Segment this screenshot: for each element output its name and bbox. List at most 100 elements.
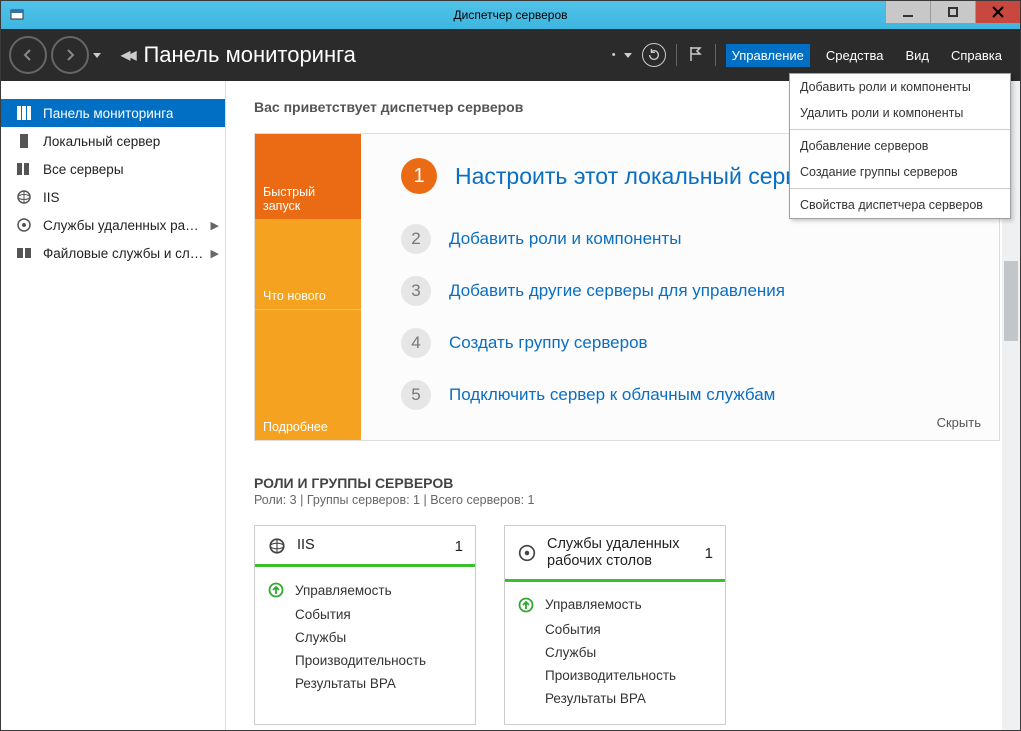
server-icon	[15, 132, 33, 150]
role-row-label: Результаты BPA	[295, 676, 396, 691]
sidebar-item-label: Все серверы	[43, 162, 124, 177]
role-row-events[interactable]: События	[517, 618, 713, 641]
dropdown-add-roles[interactable]: Добавить роли и компоненты	[790, 74, 1010, 100]
page-title: Панель мониторинга	[143, 42, 355, 68]
toolbar-separator-2	[715, 44, 716, 66]
step-link: Подключить сервер к облачным службам	[449, 385, 775, 405]
step-number: 4	[401, 328, 431, 358]
breadcrumb-back-icon[interactable]: ◀◀	[121, 48, 133, 62]
role-tiles-row: IIS 1 Управляемость События Службы Произ…	[254, 525, 1000, 725]
step-number: 5	[401, 380, 431, 410]
tile-side: Быстрый запуск Что нового Подробнее	[255, 134, 361, 440]
step-create-group[interactable]: 4 Создать группу серверов	[401, 328, 975, 358]
role-tile-rds[interactable]: Службы удаленных рабочих столов 1 Управл…	[504, 525, 726, 725]
step-link: Добавить роли и компоненты	[449, 229, 681, 249]
step-number: 2	[401, 224, 431, 254]
role-tile-body: Управляемость События Службы Производите…	[255, 567, 475, 709]
roles-subheading: Роли: 3 | Группы серверов: 1 | Всего сер…	[254, 493, 1000, 507]
chevron-right-icon: ▶	[211, 247, 219, 260]
dropdown-icon[interactable]	[624, 53, 632, 58]
menu-manage[interactable]: Управление	[726, 44, 810, 67]
flag-icon[interactable]	[687, 45, 705, 66]
iis-icon	[267, 536, 287, 556]
role-row-label: Управляемость	[545, 597, 642, 612]
sidebar-item-file-services[interactable]: Файловые службы и сл… ▶	[1, 239, 225, 267]
role-row-bpa[interactable]: Результаты BPA	[267, 672, 463, 695]
role-row-manageability[interactable]: Управляемость	[267, 577, 463, 603]
step-number: 1	[401, 158, 437, 194]
toolbar-separator	[676, 44, 677, 66]
role-row-label: Управляемость	[295, 583, 392, 598]
step-add-servers[interactable]: 3 Добавить другие серверы для управления	[401, 276, 975, 306]
rds-icon	[517, 543, 537, 563]
window-controls	[885, 1, 1020, 23]
tile-quick-start[interactable]: Быстрый запуск	[255, 134, 361, 219]
sidebar-item-label: IIS	[43, 190, 60, 205]
titlebar: Диспетчер серверов	[1, 1, 1020, 29]
tile-whats-new[interactable]: Что нового	[255, 219, 361, 309]
roles-heading: РОЛИ И ГРУППЫ СЕРВЕРОВ	[254, 475, 1000, 491]
window-title: Диспетчер серверов	[1, 8, 1020, 22]
step-link: Добавить другие серверы для управления	[449, 281, 785, 301]
menu-tools[interactable]: Средства	[820, 44, 890, 67]
scrollbar-thumb[interactable]	[1004, 261, 1018, 341]
refresh-button[interactable]	[642, 43, 666, 67]
role-row-label: Результаты BPA	[545, 691, 646, 706]
sidebar-item-dashboard[interactable]: Панель мониторинга	[1, 99, 225, 127]
role-row-label: Производительность	[545, 668, 676, 683]
hide-link[interactable]: Скрыть	[937, 415, 981, 430]
role-tile-count: 1	[705, 545, 713, 562]
step-link: Настроить этот локальный сервер	[455, 163, 823, 190]
sidebar-item-label: Файловые службы и сл…	[43, 246, 203, 261]
dash-icon: •	[612, 49, 616, 61]
close-button[interactable]	[975, 1, 1020, 23]
menu-help[interactable]: Справка	[945, 44, 1008, 67]
role-row-services[interactable]: Службы	[267, 626, 463, 649]
step-link: Создать группу серверов	[449, 333, 648, 353]
arrow-up-icon	[267, 581, 285, 599]
dropdown-add-servers[interactable]: Добавление серверов	[790, 133, 1010, 159]
maximize-button[interactable]	[930, 1, 975, 23]
role-tile-head: IIS 1	[255, 526, 475, 567]
role-row-label: Производительность	[295, 653, 426, 668]
role-row-events[interactable]: События	[267, 603, 463, 626]
iis-icon	[15, 188, 33, 206]
dropdown-separator-2	[790, 188, 1010, 189]
dropdown-separator	[790, 129, 1010, 130]
nav-back-button[interactable]	[9, 36, 47, 74]
sidebar-item-label: Службы удаленных ра…	[43, 218, 199, 233]
sidebar: Панель мониторинга Локальный сервер Все …	[1, 81, 226, 730]
dropdown-properties[interactable]: Свойства диспетчера серверов	[790, 192, 1010, 218]
step-add-roles[interactable]: 2 Добавить роли и компоненты	[401, 224, 975, 254]
dashboard-icon	[15, 104, 33, 122]
sidebar-item-local-server[interactable]: Локальный сервер	[1, 127, 225, 155]
role-tile-head: Службы удаленных рабочих столов 1	[505, 526, 725, 582]
role-tile-iis[interactable]: IIS 1 Управляемость События Службы Произ…	[254, 525, 476, 725]
chevron-right-icon: ▶	[211, 219, 219, 232]
role-row-performance[interactable]: Производительность	[517, 664, 713, 687]
minimize-button[interactable]	[885, 1, 930, 23]
role-row-manageability[interactable]: Управляемость	[517, 592, 713, 618]
nav-history-dropdown-icon[interactable]	[93, 53, 101, 58]
sidebar-item-iis[interactable]: IIS	[1, 183, 225, 211]
role-tile-body: Управляемость События Службы Производите…	[505, 582, 725, 724]
dropdown-remove-roles[interactable]: Удалить роли и компоненты	[790, 100, 1010, 126]
sidebar-item-rds[interactable]: Службы удаленных ра… ▶	[1, 211, 225, 239]
role-row-performance[interactable]: Производительность	[267, 649, 463, 672]
role-row-label: События	[545, 622, 601, 637]
manage-dropdown: Добавить роли и компоненты Удалить роли …	[789, 73, 1011, 219]
step-connect-cloud[interactable]: 5 Подключить сервер к облачным службам	[401, 380, 975, 410]
role-row-label: Службы	[295, 630, 346, 645]
files-icon	[15, 244, 33, 262]
role-tile-title: Службы удаленных рабочих столов	[547, 536, 705, 571]
nav-forward-button[interactable]	[51, 36, 89, 74]
role-row-bpa[interactable]: Результаты BPA	[517, 687, 713, 710]
window: Диспетчер серверов ◀◀ Панель мониторинга…	[0, 0, 1021, 731]
menu-view[interactable]: Вид	[899, 44, 935, 67]
sidebar-item-label: Локальный сервер	[43, 134, 160, 149]
rds-icon	[15, 216, 33, 234]
role-row-services[interactable]: Службы	[517, 641, 713, 664]
sidebar-item-all-servers[interactable]: Все серверы	[1, 155, 225, 183]
dropdown-create-group[interactable]: Создание группы серверов	[790, 159, 1010, 185]
tile-learn-more[interactable]: Подробнее	[255, 309, 361, 440]
